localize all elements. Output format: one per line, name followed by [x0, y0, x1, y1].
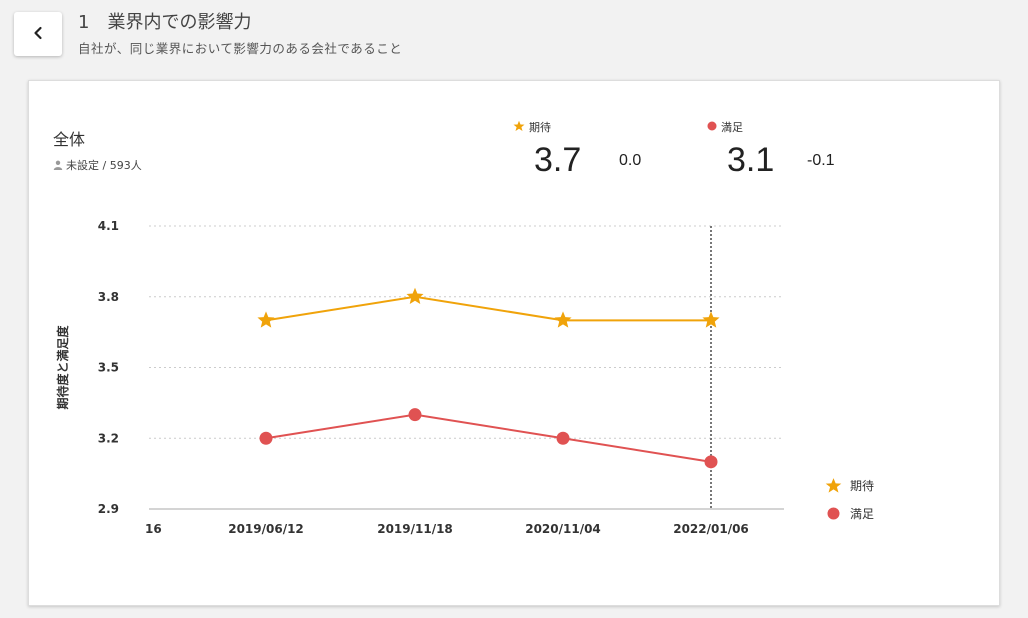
y-tick-label: 2.9: [98, 502, 119, 516]
y-tick-label: 3.5: [98, 361, 119, 375]
chevron-left-icon: [31, 25, 45, 44]
x-tick-label: 2019/11/18: [377, 522, 453, 536]
back-button[interactable]: [14, 12, 62, 56]
x-tick-label: 2022/01/06: [673, 522, 749, 536]
legend-item-satisfaction[interactable]: 満足: [825, 499, 874, 527]
data-point-circle: [408, 408, 422, 422]
y-axis-title: 期待度と満足度: [55, 325, 70, 410]
page-title: 1 業界内での影響力: [78, 12, 252, 33]
data-point-circle: [556, 431, 570, 445]
series-line: [265, 295, 711, 322]
data-point-circle: [704, 455, 718, 469]
data-point-star: [406, 287, 424, 305]
y-tick-label: 4.1: [98, 219, 119, 233]
data-point-star: [702, 311, 720, 328]
x-tick-label-partial: 16: [145, 522, 162, 536]
x-tick-label: 2020/11/04: [525, 522, 601, 536]
data-point-circle: [259, 431, 273, 445]
star-icon: [825, 477, 842, 494]
chart-card: 全体 未設定 / 593人 期待 3.7 0.0 満足 3.1 -0.1 4.1…: [28, 80, 1000, 606]
page-header: 1 業界内での影響力 自社が、同じ業界において影響力のある会社であること: [0, 0, 1028, 76]
x-tick-label: 2019/06/12: [228, 522, 304, 536]
y-tick-label: 3.8: [98, 290, 119, 304]
circle-icon: [825, 505, 842, 522]
legend-item-expectation[interactable]: 期待: [825, 471, 874, 499]
data-point-star: [257, 311, 275, 328]
y-tick-label: 3.2: [98, 431, 119, 445]
chart-legend: 期待 満足: [825, 471, 874, 527]
page-subtitle: 自社が、同じ業界において影響力のある会社であること: [78, 41, 403, 56]
data-point-star: [554, 311, 572, 328]
